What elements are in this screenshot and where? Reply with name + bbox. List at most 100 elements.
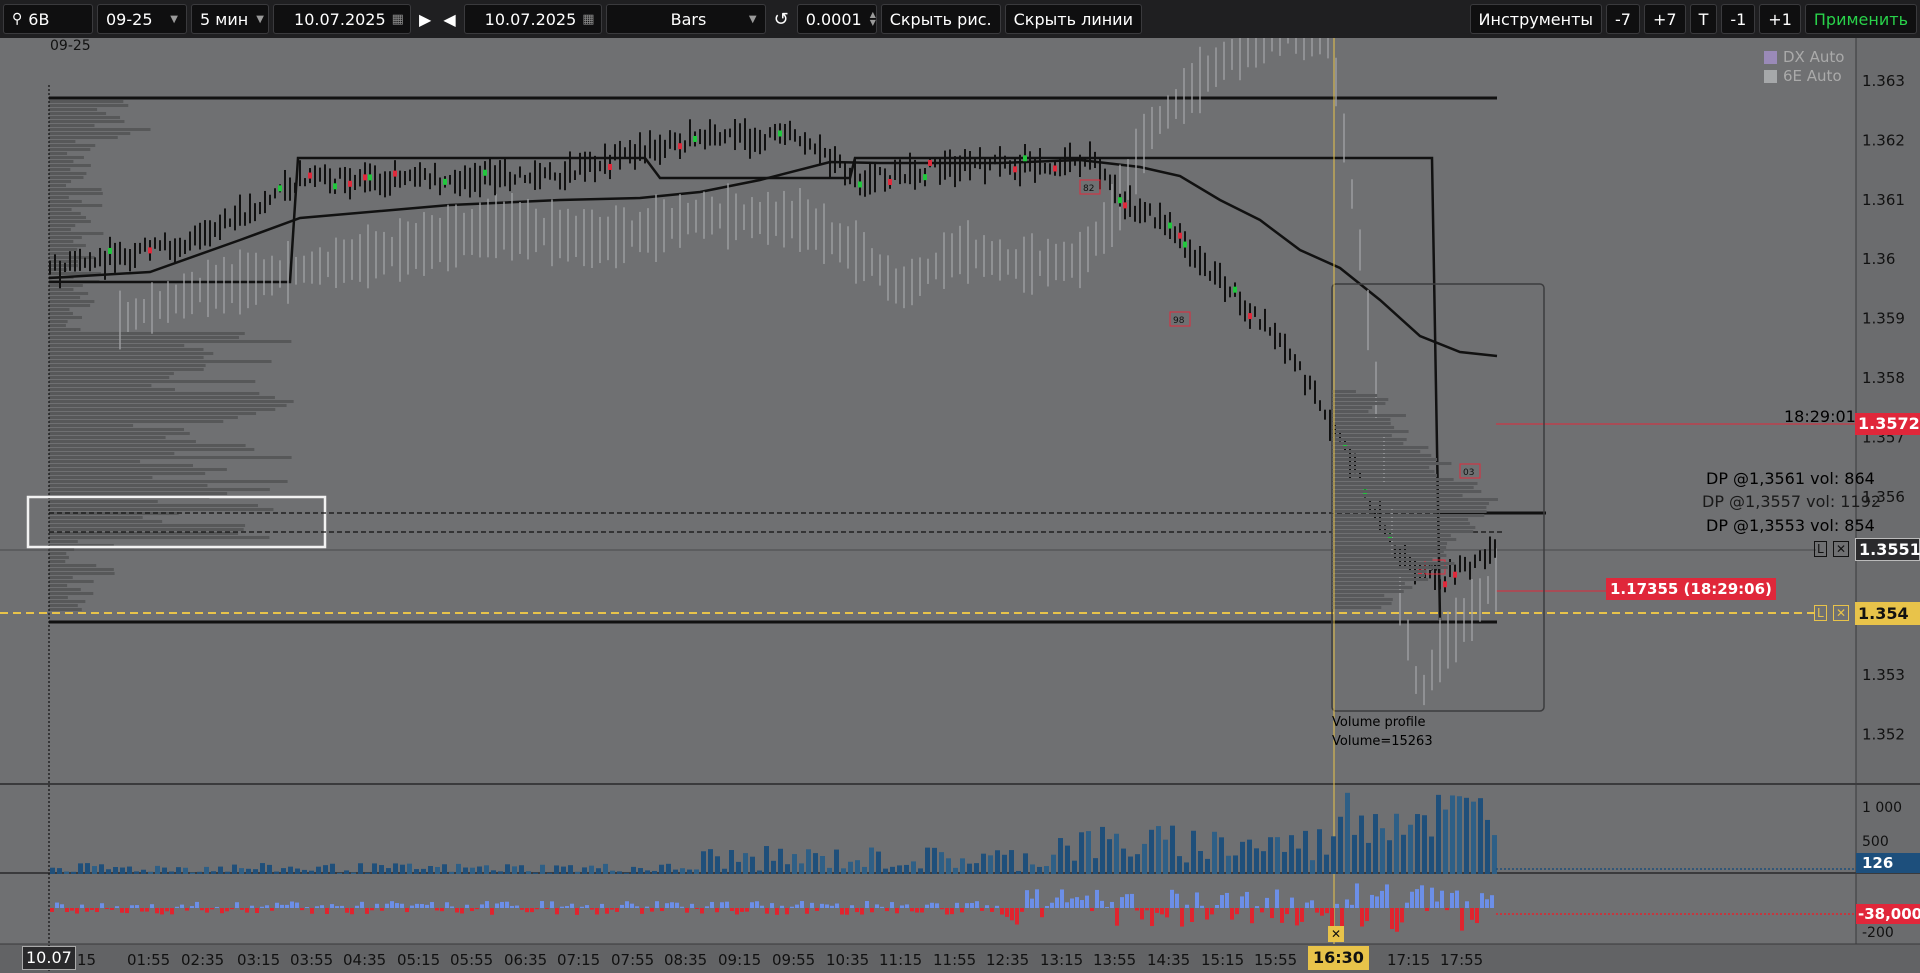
plus7-button[interactable]: +7 — [1643, 4, 1686, 34]
legend-item-dx[interactable]: DX Auto — [1764, 48, 1844, 66]
volume-bar — [1492, 835, 1497, 874]
volume-bar — [1191, 830, 1196, 874]
profile-bar — [49, 196, 69, 199]
delta-bar-positive — [1045, 905, 1049, 908]
delta-bar-positive — [930, 902, 934, 908]
hide-lines-button[interactable]: Скрыть линии — [1004, 4, 1142, 34]
volume-bar — [1317, 829, 1322, 874]
chart-type-select[interactable]: Bars ▼ — [605, 4, 766, 34]
calendar-icon[interactable]: ▦ — [576, 12, 594, 27]
volume-bar — [1149, 829, 1154, 874]
profile-bar — [49, 224, 76, 227]
close-crosshair-icon[interactable]: ✕ — [1328, 926, 1344, 942]
timeframe-select[interactable]: 5 мин ▼ — [191, 4, 269, 34]
volume-bar — [78, 863, 83, 874]
delta-bar-negative — [1460, 908, 1464, 931]
volume-bar — [561, 866, 566, 874]
date-to-field[interactable]: 10.07.2025 ▦ — [463, 4, 602, 34]
delta-bar-negative — [745, 908, 749, 912]
profile-bar — [49, 508, 274, 511]
contract-select[interactable]: 09-25 ▼ — [97, 4, 187, 34]
volume-profile-title: Volume profile — [1332, 715, 1426, 730]
profile-bar — [49, 368, 204, 371]
volume-bar — [925, 847, 930, 874]
delta-bar-positive — [890, 902, 894, 908]
delta-bar-negative — [1470, 908, 1474, 920]
bull-marker — [1248, 313, 1252, 320]
stepper-icon[interactable]: ▲ ▼ — [862, 11, 876, 27]
plus1-button[interactable]: +1 — [1759, 4, 1801, 34]
delta-bar-positive — [760, 905, 764, 908]
profile-bar — [49, 580, 94, 583]
volume-bar — [1100, 826, 1105, 874]
delta-bar-positive — [570, 903, 574, 908]
delta-bar-positive — [865, 901, 869, 908]
delta-bar-negative — [225, 908, 229, 912]
volume-bar — [645, 870, 650, 874]
delta-bar-positive — [710, 901, 714, 908]
vp-bar — [1332, 530, 1474, 533]
profile-bar — [49, 588, 81, 591]
alert-lock-icon[interactable]: L — [1814, 605, 1827, 621]
line-close-icon[interactable]: ✕ — [1833, 541, 1850, 557]
play-icon[interactable]: ▶ — [415, 4, 435, 34]
price-chart[interactable]: 829803971.3631.3621.3611.361.3591.3581.3… — [0, 38, 1920, 973]
symbol-search[interactable]: ⚲ 6B — [3, 4, 93, 34]
back-icon[interactable]: ◀ — [439, 4, 459, 34]
profile-bar — [49, 432, 190, 435]
delta-bar-positive — [1085, 895, 1089, 908]
profile-bar — [49, 252, 71, 255]
delta-bar-positive — [335, 906, 339, 908]
profile-bar — [49, 488, 270, 491]
delta-bar-negative — [610, 908, 614, 910]
calendar-icon[interactable]: ▦ — [386, 12, 404, 27]
alert-close-icon[interactable]: ✕ — [1833, 605, 1850, 621]
delta-bar-negative — [210, 908, 214, 910]
profile-bar — [49, 216, 87, 219]
profile-bar — [49, 440, 196, 443]
tools-button[interactable]: Инструменты — [1469, 4, 1603, 34]
minus7-button[interactable]: -7 — [1606, 4, 1640, 34]
volume-bar — [1380, 828, 1385, 874]
time-axis-tick: 06:35 — [504, 951, 547, 969]
volume-bar — [162, 867, 167, 874]
volume-bar — [470, 867, 475, 874]
tick-size-stepper[interactable]: 0.0001 ▲ ▼ — [796, 4, 877, 34]
line-lock-icon[interactable]: L — [1814, 541, 1827, 557]
profile-bar — [49, 592, 94, 595]
minus1-button[interactable]: -1 — [1721, 4, 1756, 34]
volume-bar — [1142, 843, 1147, 874]
time-axis-tick: 13:55 — [1093, 951, 1136, 969]
volume-bar — [99, 864, 104, 874]
vp-bar — [1332, 458, 1438, 461]
reset-icon[interactable]: ↺ — [770, 4, 793, 34]
delta-bar-positive — [645, 906, 649, 908]
vp-bar — [1332, 398, 1389, 401]
time-axis-tick: 15:55 — [1254, 951, 1297, 969]
vp-bar — [1332, 402, 1386, 405]
volume-bar — [1324, 854, 1329, 874]
volume-bar — [1436, 794, 1441, 874]
profile-bar — [49, 152, 68, 155]
legend-item-6e[interactable]: 6E Auto — [1764, 67, 1842, 85]
volume-bar — [1387, 840, 1392, 874]
delta-bar-negative — [370, 908, 374, 911]
apply-button[interactable]: Применить — [1804, 4, 1917, 34]
bull-marker — [858, 181, 862, 188]
delta-bar-negative — [805, 908, 809, 914]
volume-bar — [1184, 862, 1189, 874]
profile-bar — [49, 412, 257, 415]
delta-bar-negative — [65, 908, 69, 913]
delta-bar-positive — [1290, 897, 1294, 908]
t-button[interactable]: T — [1689, 4, 1718, 34]
hide-drawings-button[interactable]: Скрыть рис. — [880, 4, 1001, 34]
price-axis-tick: 1.363 — [1862, 72, 1905, 90]
delta-bar-positive — [1345, 899, 1349, 908]
delta-bar-positive — [1245, 891, 1249, 908]
volume-bar — [1352, 834, 1357, 874]
delta-bar-negative — [1280, 908, 1284, 923]
delta-bar-negative — [695, 908, 699, 910]
volume-bar — [337, 872, 342, 874]
date-from-field[interactable]: 10.07.2025 ▦ — [273, 4, 411, 34]
volume-bar — [974, 863, 979, 874]
